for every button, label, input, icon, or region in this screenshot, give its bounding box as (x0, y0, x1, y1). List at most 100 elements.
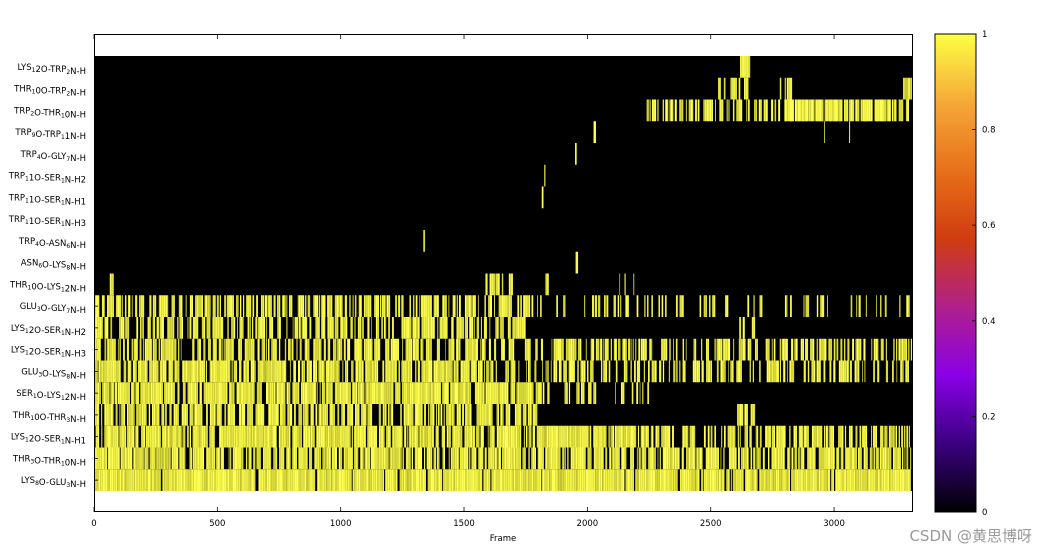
heat-cell (290, 295, 293, 317)
heat-cell (528, 469, 531, 491)
heat-cell (473, 447, 475, 470)
heat-cell (575, 143, 577, 165)
heat-cell (595, 338, 598, 361)
heat-cell (380, 447, 382, 470)
heat-cell (99, 382, 101, 404)
heat-cell (368, 469, 370, 491)
heat-cell (203, 360, 205, 383)
heat-cell (569, 469, 571, 491)
heat-cell (812, 447, 814, 470)
heat-cell (262, 469, 264, 491)
heat-cell (746, 469, 749, 491)
row-labels: LYS12O-TRP2N-HTHR10O-TRP2N-HTRP2O-THR10N… (8, 63, 98, 490)
heat-cell (707, 360, 709, 383)
heat-cell (648, 469, 649, 491)
heat-cell (632, 447, 634, 470)
heat-cell (359, 382, 360, 404)
heat-cell (616, 469, 618, 491)
heat-cell (218, 360, 220, 383)
heat-cell (865, 469, 868, 491)
heat-cell (882, 425, 884, 448)
heat-cell (545, 273, 547, 296)
heat-cell (862, 360, 863, 383)
heat-cell (850, 360, 852, 383)
heat-cell (347, 469, 350, 491)
heat-cell (291, 469, 293, 491)
heat-cell (394, 382, 396, 404)
heat-cell (200, 425, 202, 448)
heat-cell (389, 425, 391, 448)
heat-cell (303, 404, 305, 426)
heat-cell (149, 317, 151, 339)
heat-cell (337, 425, 340, 448)
heat-cell (355, 360, 358, 383)
heat-cell (327, 338, 329, 361)
heat-cell (511, 469, 514, 491)
heat-cell (319, 447, 321, 470)
heat-cell (818, 338, 820, 361)
heat-cell (194, 382, 197, 404)
heat-cell (307, 382, 309, 404)
heat-cell (156, 317, 159, 339)
heat-cell (823, 360, 826, 383)
heat-cell (896, 360, 898, 383)
heat-cell (539, 469, 540, 491)
heat-cell (158, 295, 160, 317)
heat-cell (538, 425, 541, 448)
heat-cell (768, 425, 771, 448)
heat-cell (806, 99, 809, 122)
heat-cell (561, 338, 562, 361)
heat-cell (167, 317, 169, 339)
heat-cell (552, 447, 555, 470)
heat-cell (465, 469, 467, 491)
heat-cell (308, 360, 309, 383)
heat-cell (459, 404, 461, 426)
heat-cell (597, 295, 599, 317)
heat-cell (383, 425, 385, 448)
heat-cell (644, 469, 647, 491)
heat-cell (216, 360, 218, 383)
heat-cell (298, 425, 300, 448)
heat-cell (644, 338, 647, 361)
heat-cell (803, 425, 805, 448)
heat-cell (794, 338, 796, 361)
heat-cell (501, 425, 503, 448)
heat-cell (371, 360, 374, 383)
heat-cell (409, 425, 412, 448)
heat-cell (270, 360, 273, 383)
heat-cell (447, 360, 449, 383)
heat-cell (253, 469, 255, 491)
heat-cell (355, 469, 357, 491)
heat-cell (706, 99, 709, 122)
heat-cell (135, 295, 138, 317)
heat-cell (472, 469, 475, 491)
heat-cell (187, 425, 189, 448)
heat-cell (765, 425, 767, 448)
heat-cell (816, 99, 818, 122)
heat-cell (709, 99, 712, 122)
heat-cell (501, 382, 504, 404)
heat-cell (412, 404, 414, 426)
heat-cell (216, 447, 218, 470)
heat-cell (580, 425, 582, 448)
heat-cell (875, 338, 876, 361)
heat-cell (784, 77, 786, 100)
heat-cell (739, 404, 742, 426)
heat-cell (506, 447, 509, 470)
heat-cell (537, 382, 540, 404)
heat-cell (298, 469, 301, 491)
heat-cell (891, 469, 893, 491)
heat-cell (612, 469, 615, 491)
heat-cell (244, 382, 246, 404)
heat-cell (636, 382, 639, 404)
heat-cell (509, 317, 511, 339)
heat-cell (510, 338, 512, 361)
colorbar-gradient (934, 33, 977, 513)
heat-cell (484, 338, 486, 361)
heat-cell (510, 382, 512, 404)
heat-cell (262, 447, 265, 470)
heat-cell (496, 404, 498, 426)
heat-cell (520, 382, 522, 404)
heat-cell (477, 295, 479, 317)
heat-cell (460, 425, 461, 448)
